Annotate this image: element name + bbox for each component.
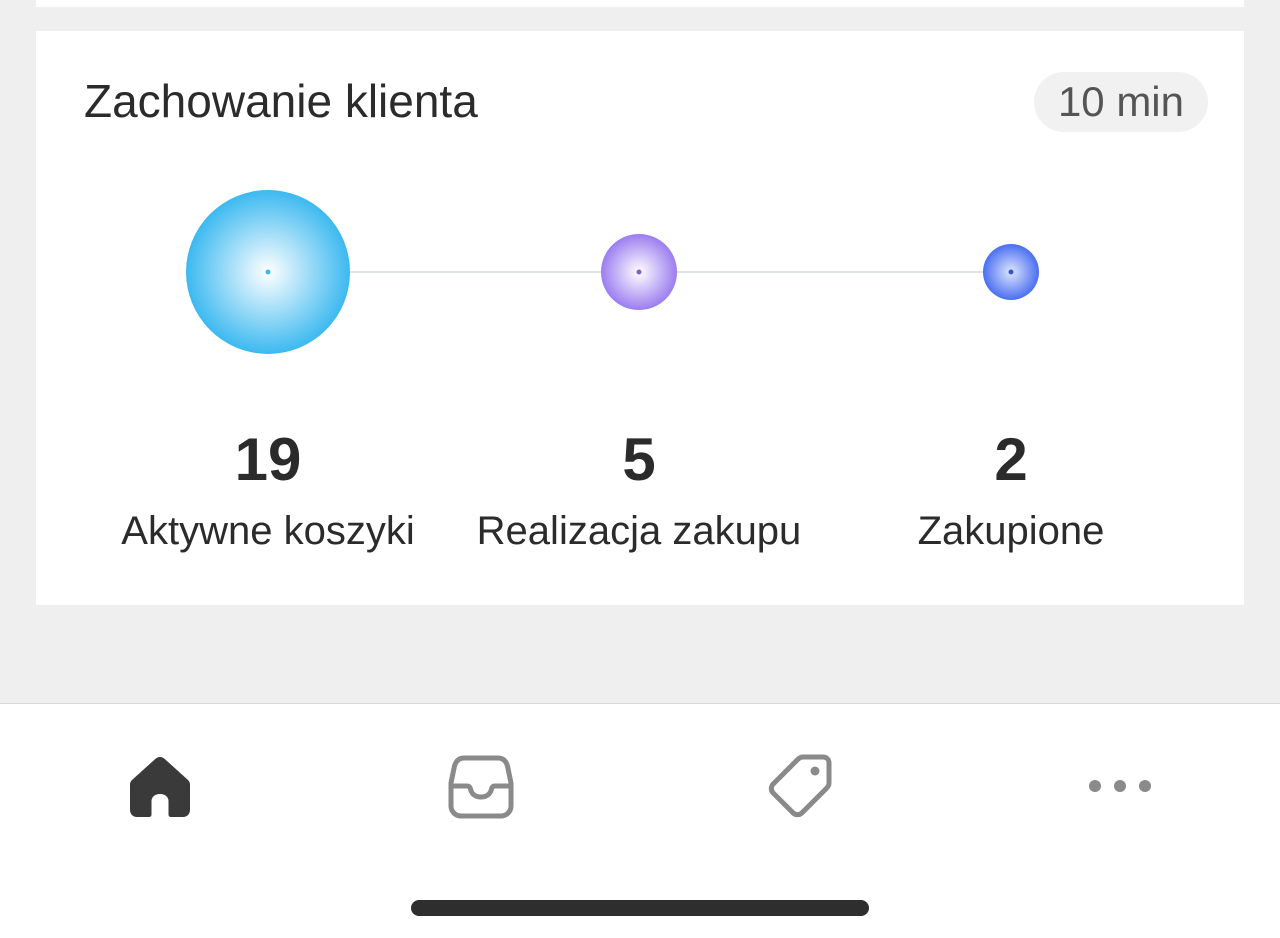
stage-value-active-carts: 19 (234, 426, 302, 493)
tag-icon (768, 754, 832, 818)
previous-card (36, 0, 1244, 7)
home-indicator[interactable] (411, 900, 869, 916)
app-screen: Zachowanie klienta 10 min 19 Aktywne kos… (0, 0, 1280, 938)
more-icon (1089, 780, 1151, 792)
customer-behavior-card: Zachowanie klienta 10 min 19 Aktywne kos… (36, 31, 1244, 605)
tab-products[interactable] (760, 746, 840, 826)
inbox-icon (448, 755, 514, 819)
funnel-stage-bubble-active-carts (186, 190, 350, 354)
tab-orders[interactable] (441, 746, 521, 826)
tab-home[interactable] (120, 746, 200, 826)
tab-more[interactable] (1080, 746, 1160, 826)
bottom-tab-bar (0, 703, 1280, 938)
funnel-stage-bubble-purchased (983, 244, 1039, 300)
stage-value-purchased: 2 (994, 426, 1028, 493)
stage-label-active-carts: Aktywne koszyki (121, 509, 415, 553)
home-icon (130, 757, 190, 817)
stage-label-purchased: Zakupione (917, 509, 1105, 553)
funnel-stage-bubble-checkout (601, 234, 677, 310)
stage-value-checkout: 5 (622, 426, 656, 493)
stage-label-checkout: Realizacja zakupu (476, 509, 802, 553)
